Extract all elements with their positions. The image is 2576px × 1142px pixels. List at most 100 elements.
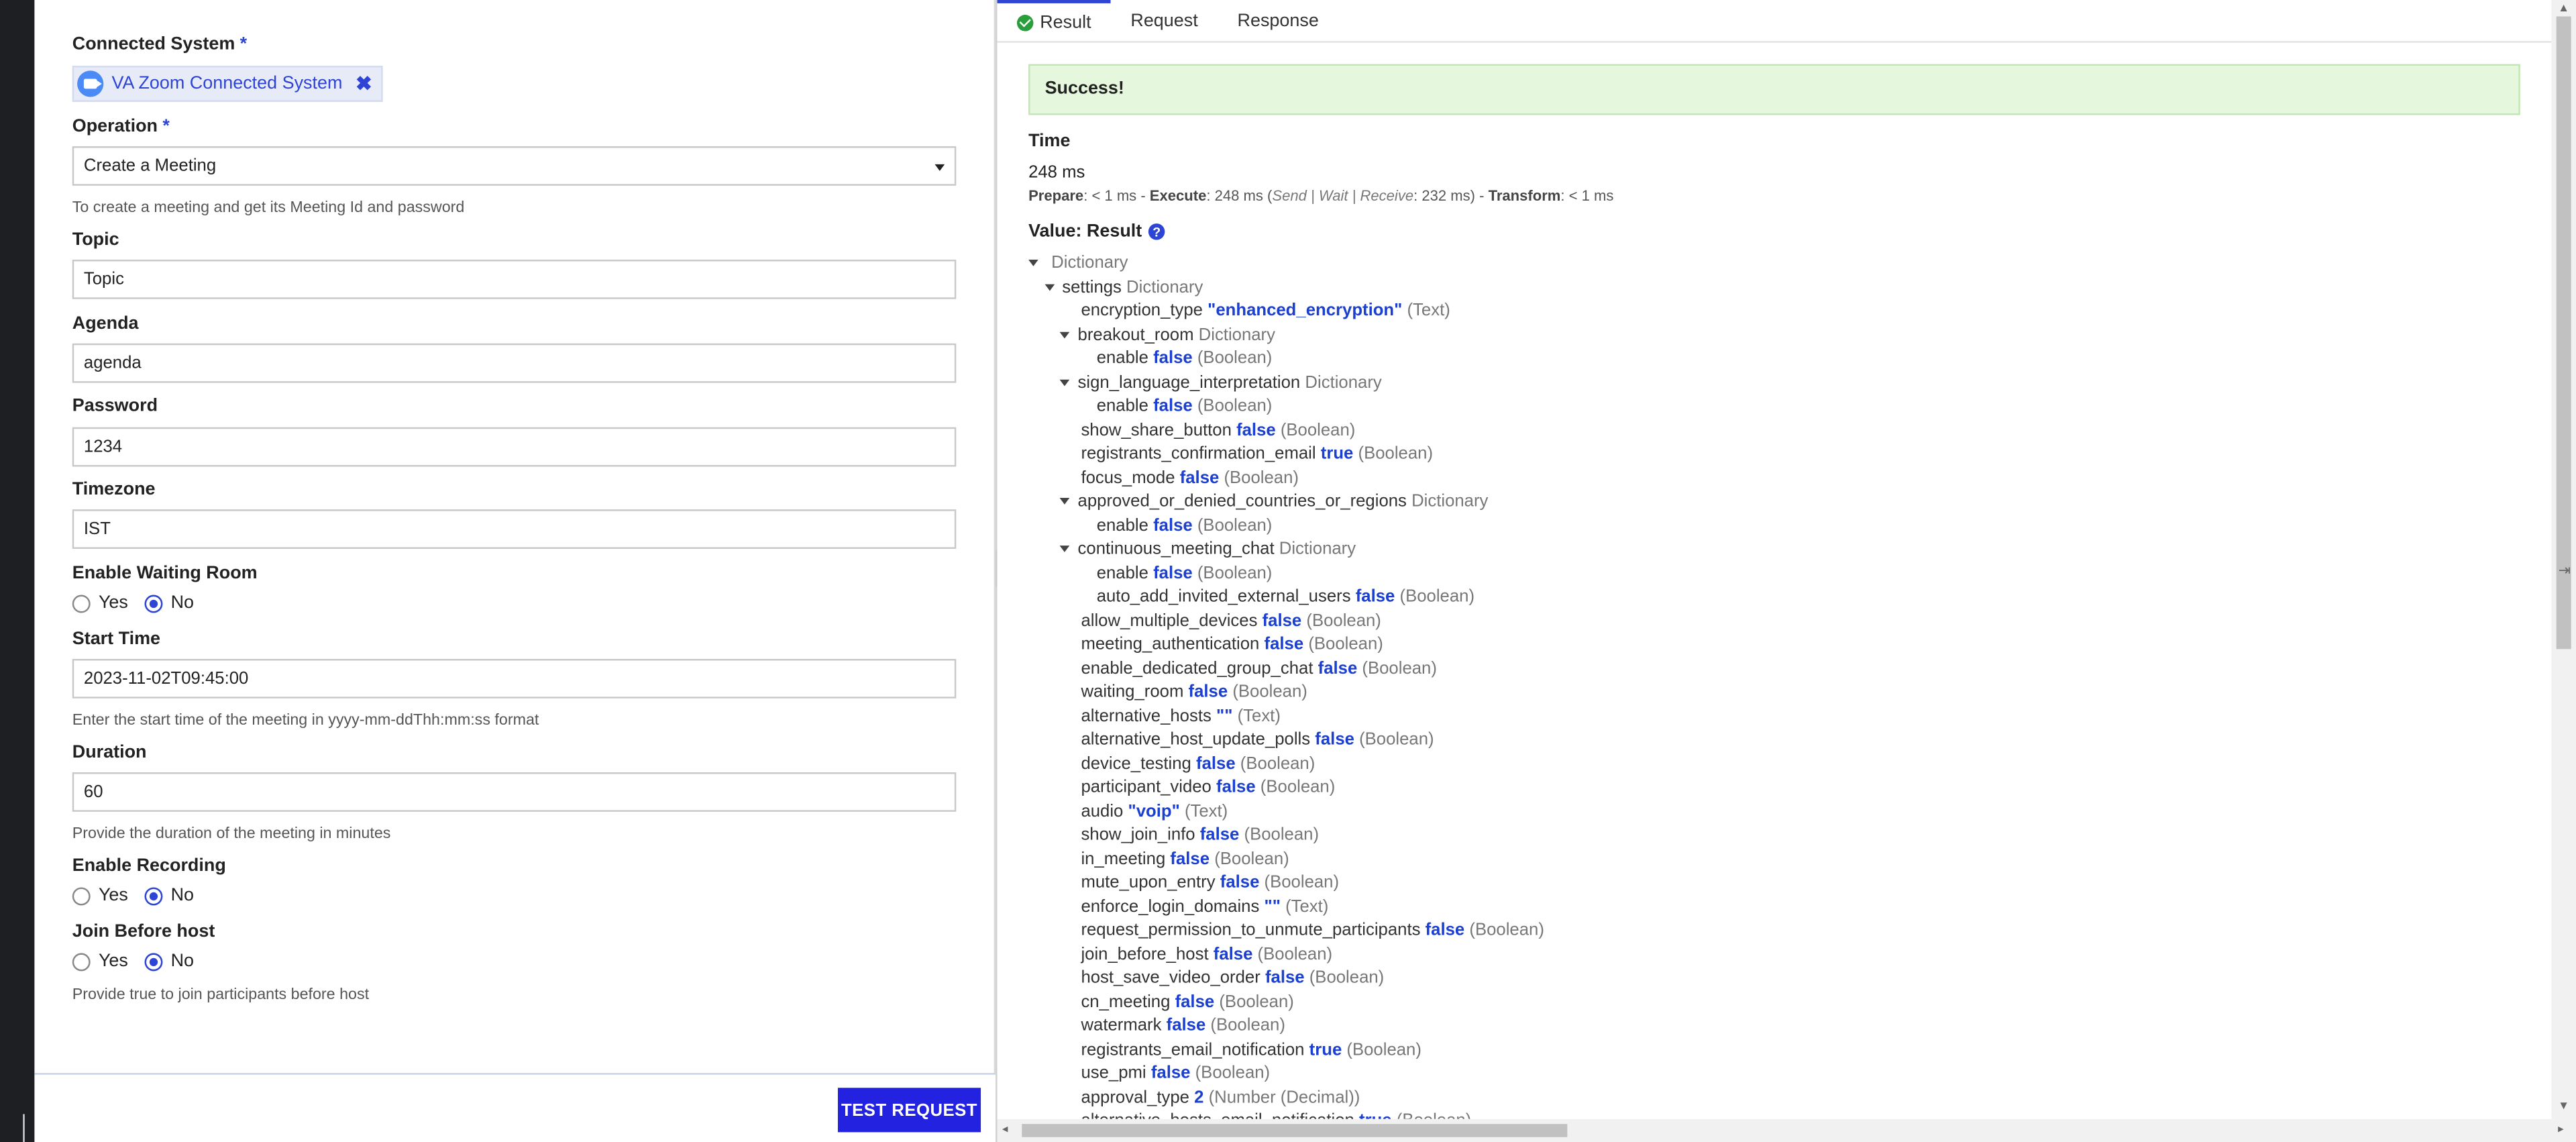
join-before-host-helper: Provide true to join participants before… <box>72 986 370 1004</box>
tree-dictionary-row[interactable]: settings Dictionary <box>1044 275 1203 299</box>
timezone-input[interactable]: IST <box>72 509 957 549</box>
tree-dictionary-row[interactable]: sign_language_interpretation Dictionary <box>1059 370 1382 395</box>
recording-no-radio[interactable] <box>144 886 163 905</box>
tree-type: Dictionary <box>1126 276 1203 297</box>
tree-type: (Boolean) <box>1214 848 1289 869</box>
tree-dictionary-row[interactable]: continuous_meeting_chat Dictionary <box>1059 537 1356 562</box>
waiting-room-no-radio[interactable] <box>144 594 163 613</box>
tree-key: approved_or_denied_countries_or_regions <box>1077 491 1407 511</box>
tree-key: request_permission_to_unmute_participant… <box>1081 920 1421 940</box>
request-form-panel: Connected System * VA Zoom Connected Syst… <box>34 0 996 1074</box>
operation-label: Operation * <box>72 116 170 137</box>
tab-request[interactable]: Request <box>1111 0 1218 43</box>
tree-row: auto_add_invited_external_users false (B… <box>1097 585 1474 609</box>
expand-toggle-icon[interactable] <box>1059 379 1070 386</box>
tree-key: allow_multiple_devices <box>1081 610 1258 631</box>
agenda-input[interactable]: agenda <box>72 343 957 383</box>
tree-key: device_testing <box>1081 753 1191 774</box>
tree-key: registrants_confirmation_email <box>1081 444 1316 464</box>
tree-dictionary-row[interactable]: breakout_room Dictionary <box>1059 323 1275 347</box>
tree-value: false <box>1355 586 1395 607</box>
scroll-left-icon[interactable]: ◂ <box>1002 1123 1008 1135</box>
tree-key: auto_add_invited_external_users <box>1096 586 1351 607</box>
scroll-down-icon[interactable]: ▼ <box>2558 1101 2569 1112</box>
tree-type: (Boolean) <box>1197 396 1273 416</box>
operation-select[interactable]: Create a Meeting <box>72 146 957 186</box>
start-time-input[interactable]: 2023-11-02T09:45:00 <box>72 659 957 698</box>
duration-label: Duration <box>72 742 147 763</box>
expand-toggle-icon[interactable] <box>1059 546 1070 553</box>
tree-value: false <box>1153 515 1193 535</box>
tree-row: encryption_type "enhanced_encryption" (T… <box>1081 299 1450 323</box>
tree-row: cn_meeting false (Boolean) <box>1081 990 1293 1015</box>
waiting-room-yes-radio[interactable] <box>72 594 91 613</box>
test-request-button[interactable]: TEST REQUEST <box>837 1088 981 1133</box>
duration-input[interactable]: 60 <box>72 772 957 812</box>
tree-row: waiting_room false (Boolean) <box>1081 680 1307 705</box>
join-before-host-no-radio[interactable] <box>144 952 163 971</box>
timezone-label: Timezone <box>72 480 156 500</box>
tree-key: participant_video <box>1081 777 1212 797</box>
tree-value: false <box>1199 825 1240 845</box>
scroll-up-icon[interactable]: ▲ <box>2558 3 2569 15</box>
tree-type: (Boolean) <box>1224 467 1299 488</box>
horizontal-scrollbar[interactable]: ◂ ▸ <box>997 1119 2576 1142</box>
tree-row: watermark false (Boolean) <box>1081 1014 1285 1038</box>
scroll-right-icon[interactable]: ▸ <box>2558 1123 2564 1135</box>
remove-chip-icon[interactable]: ✖ <box>356 72 372 95</box>
expand-toggle-icon[interactable] <box>1059 498 1070 505</box>
tree-value: false <box>1166 1015 1206 1035</box>
tab-response[interactable]: Response <box>1218 0 1338 43</box>
tree-type: (Boolean) <box>1244 825 1320 845</box>
recording-yes-radio[interactable] <box>72 886 91 905</box>
expand-toggle-icon[interactable] <box>1059 331 1070 338</box>
tree-key: approval_type <box>1081 1087 1189 1107</box>
expand-toggle-icon[interactable] <box>1028 260 1038 267</box>
tree-value: false <box>1425 920 1465 940</box>
tree-value: false <box>1153 348 1193 368</box>
tree-dictionary-row[interactable]: approved_or_denied_countries_or_regions … <box>1059 490 1488 514</box>
join-before-host-radios: Yes No <box>72 951 211 971</box>
tree-key: enable_dedicated_group_chat <box>1081 658 1313 678</box>
tree-type: (Boolean) <box>1260 777 1336 797</box>
radio-label-yes: Yes <box>98 951 128 972</box>
tree-row: device_testing false (Boolean) <box>1081 751 1315 776</box>
connected-system-label: Connected System * <box>72 34 248 54</box>
tree-type: (Boolean) <box>1210 1015 1285 1035</box>
tree-type: (Number (Decimal)) <box>1208 1087 1360 1107</box>
vertical-scroll-thumb[interactable] <box>2556 16 2571 650</box>
radio-label-yes: Yes <box>98 593 128 613</box>
tab-result-label: Result <box>1040 13 1091 33</box>
connected-system-chip-text: VA Zoom Connected System <box>111 74 343 94</box>
tree-key: enforce_login_domains <box>1081 896 1260 917</box>
tree-key: show_join_info <box>1081 825 1195 845</box>
tree-value: false <box>1188 682 1228 702</box>
expand-toggle-icon[interactable] <box>1044 283 1055 291</box>
time-value: 248 ms <box>1028 162 1085 183</box>
expand-right-icon[interactable]: ⇥ <box>2557 556 2573 585</box>
tree-dictionary-row[interactable]: Dictionary <box>1028 252 1128 276</box>
tree-type: (Boolean) <box>1358 444 1434 464</box>
tree-value: false <box>1216 777 1256 797</box>
tree-key: host_save_video_order <box>1081 968 1260 988</box>
tree-type: (Boolean) <box>1309 968 1385 988</box>
password-input[interactable]: 1234 <box>72 427 957 467</box>
tree-key: sign_language_interpretation <box>1077 372 1301 393</box>
tree-value: false <box>1220 872 1260 892</box>
value-result-label: Value: Result? <box>1028 222 1165 242</box>
horizontal-scroll-thumb[interactable] <box>1022 1124 1568 1137</box>
tree-key: focus_mode <box>1081 467 1175 488</box>
tree-value: true <box>1309 1039 1342 1059</box>
tree-value: false <box>1179 467 1220 488</box>
help-icon[interactable]: ? <box>1148 223 1165 240</box>
topic-input[interactable]: Topic <box>72 259 957 299</box>
tree-value: "enhanced_encryption" <box>1208 301 1403 321</box>
tab-result[interactable]: Result <box>997 0 1111 43</box>
tree-row: focus_mode false (Boolean) <box>1081 466 1299 490</box>
tree-value: false <box>1213 943 1253 964</box>
tree-row: alternative_hosts "" (Text) <box>1081 704 1280 728</box>
connected-system-chip[interactable]: VA Zoom Connected System ✖ <box>72 65 384 102</box>
join-before-host-label: Join Before host <box>72 921 215 942</box>
join-before-host-yes-radio[interactable] <box>72 952 91 971</box>
tree-value: false <box>1236 419 1276 440</box>
